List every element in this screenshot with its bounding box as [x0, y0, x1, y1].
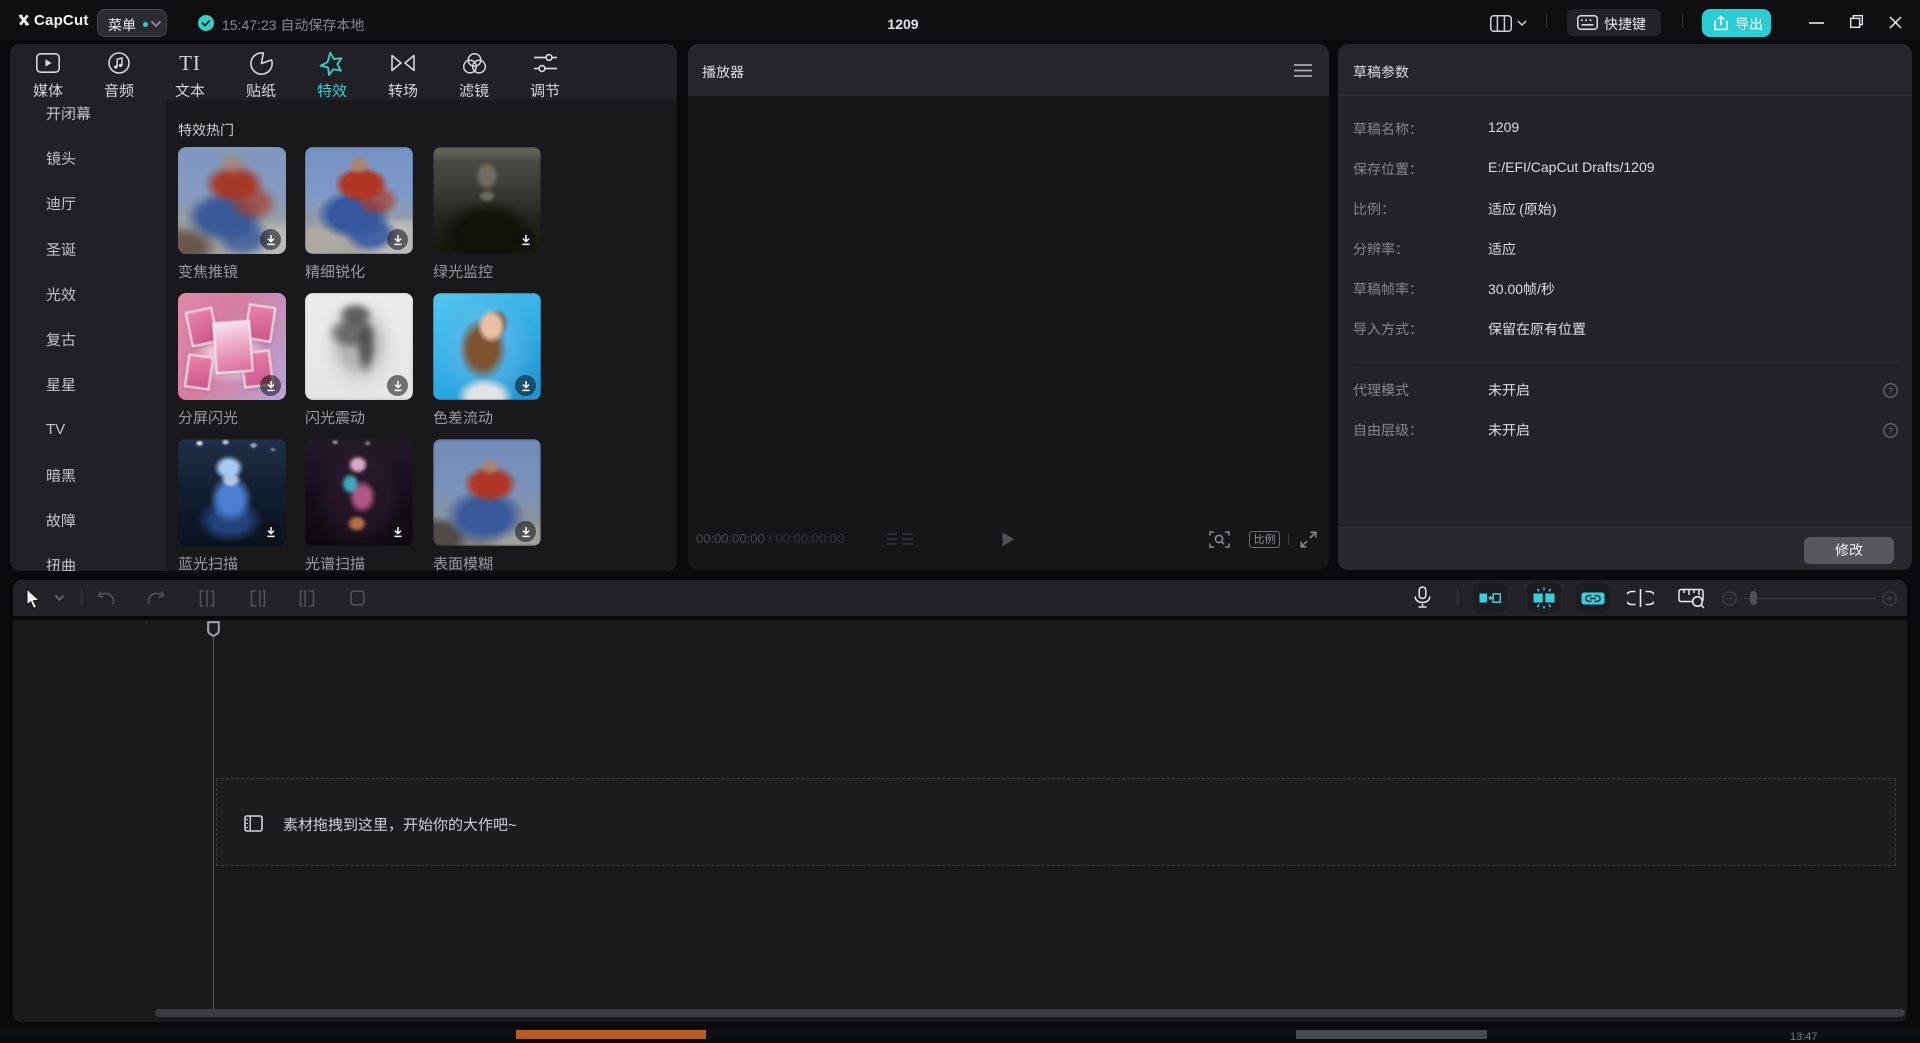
svg-text:?: ? [1888, 386, 1893, 396]
svg-text:?: ? [1888, 426, 1893, 436]
